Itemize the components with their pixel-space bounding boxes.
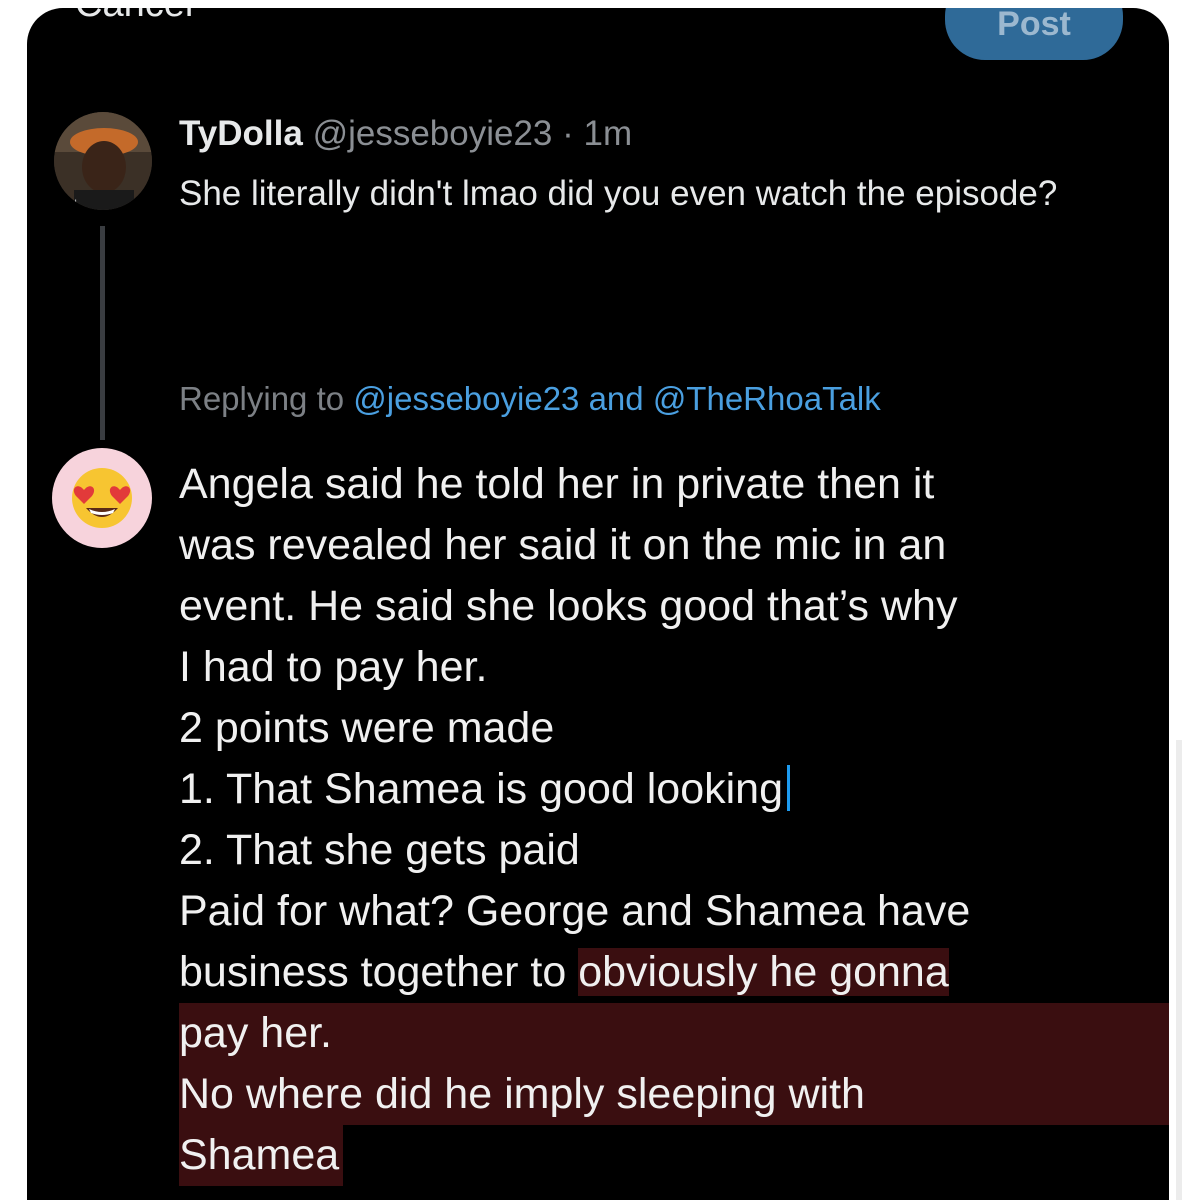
mention-link[interactable]: @jesseboyie23 [353,380,579,417]
replying-to-line: Replying to @jesseboyie23 and @TheRhoaTa… [179,380,881,418]
tweet-text: She literally didn't lmao did you even w… [179,174,1058,213]
text-cursor [787,765,790,811]
avatar[interactable] [52,448,152,548]
thread-connector-line [100,226,105,440]
user-handle[interactable]: @jesseboyie23 [313,114,553,153]
highlighted-text: pay her. [179,1003,1169,1064]
scrollbar[interactable] [1176,740,1182,1200]
cancel-button[interactable]: Cancel [75,8,193,26]
post-button[interactable]: Post [945,8,1123,60]
display-name[interactable]: TyDolla [179,114,303,153]
reply-composer-screen: Cancel Post IDL TyDolla @jesseboyie23 · … [27,8,1169,1200]
timestamp: 1m [583,114,633,153]
svg-text:IDL: IDL [62,197,81,210]
highlighted-text: No where did he imply sleeping with [179,1064,1169,1125]
avatar[interactable]: IDL [54,112,152,210]
reply-line: 2 points were made [179,704,555,752]
reply-line: I had to pay her. [179,643,488,691]
tweet-header: TyDolla @jesseboyie23 · 1m [179,114,632,154]
mention-link[interactable]: @TheRhoaTalk [653,380,881,417]
highlighted-text: Shamea [179,1125,344,1186]
reply-line: business together to [179,948,579,996]
heart-eyes-emoji-icon [72,468,132,528]
reply-line-mixed: business together to obviously he gonna [179,942,1159,1003]
reply-line: 2. That she gets paid [179,826,580,874]
highlighted-text: obviously he gonna [578,948,949,996]
reply-line-with-caret: 1. That Shamea is good looking [179,759,1159,820]
reply-line: Angela said he told her in private then … [179,460,935,508]
reply-line: event. He said she looks good that’s why [179,582,958,630]
reply-line: Paid for what? George and Shamea have [179,887,971,935]
conjunction[interactable]: and [579,380,652,417]
reply-line: 1. That Shamea is good looking [179,765,783,813]
reply-text-area[interactable]: Angela said he told her in private then … [179,454,1169,1186]
replying-prefix: Replying to [179,380,354,417]
separator: · [552,114,584,153]
reply-line: was revealed her said it on the mic in a… [179,521,947,569]
